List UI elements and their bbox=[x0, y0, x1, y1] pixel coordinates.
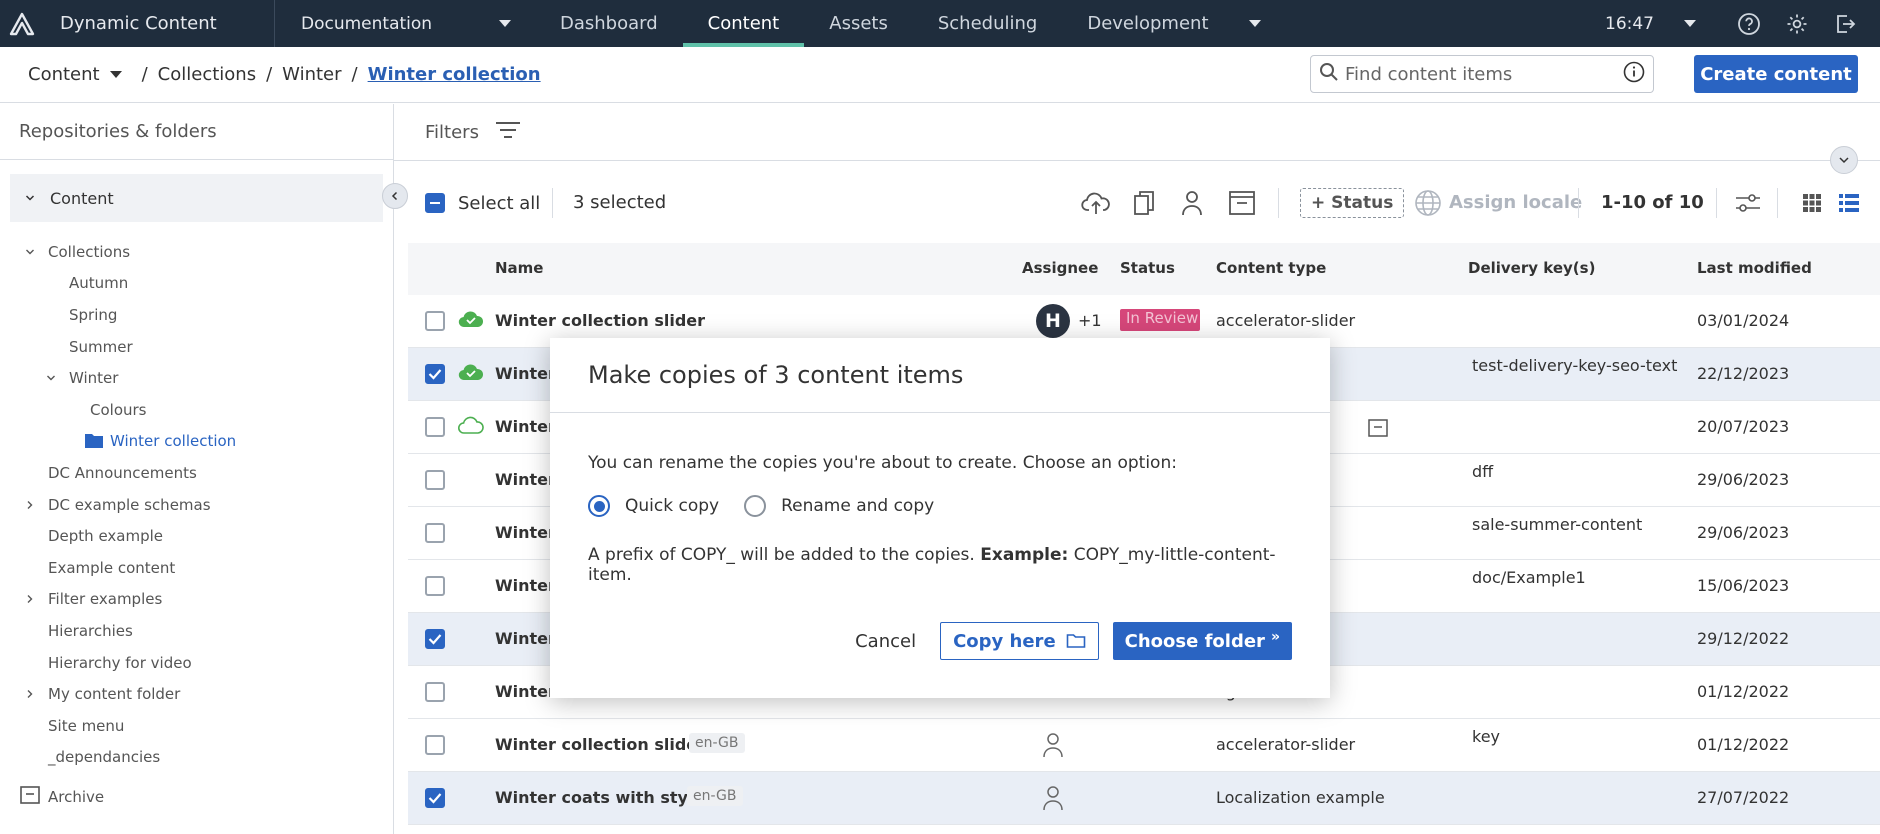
dialog-intro: You can rename the copies you're about t… bbox=[588, 453, 1177, 473]
prefix-description: A prefix of COPY_ will be added to the c… bbox=[588, 545, 1292, 585]
rename-copy-label[interactable]: Rename and copy bbox=[781, 496, 934, 516]
choose-folder-label: Choose folder bbox=[1124, 630, 1265, 652]
cancel-button[interactable]: Cancel bbox=[855, 631, 916, 652]
copy-dialog: Make copies of 3 content items You can r… bbox=[550, 338, 1330, 698]
quick-copy-label[interactable]: Quick copy bbox=[625, 496, 719, 516]
choose-folder-button[interactable]: Choose folder » bbox=[1112, 622, 1292, 660]
example-label: Example: bbox=[980, 545, 1069, 565]
dialog-title: Make copies of 3 content items bbox=[550, 338, 1330, 413]
copy-here-label: Copy here bbox=[953, 630, 1056, 652]
quick-copy-radio[interactable] bbox=[588, 495, 610, 517]
double-chevron-right-icon: » bbox=[1270, 629, 1280, 645]
folder-icon bbox=[1066, 633, 1086, 649]
rename-copy-radio[interactable] bbox=[744, 495, 767, 517]
copy-here-button[interactable]: Copy here bbox=[940, 622, 1099, 660]
copy-options: Quick copy Rename and copy bbox=[588, 495, 1292, 517]
prefix-text: A prefix of COPY_ will be added to the c… bbox=[588, 545, 975, 565]
dialog-body: You can rename the copies you're about t… bbox=[550, 413, 1330, 585]
dialog-actions: Cancel Copy here Choose folder » bbox=[855, 622, 1292, 660]
